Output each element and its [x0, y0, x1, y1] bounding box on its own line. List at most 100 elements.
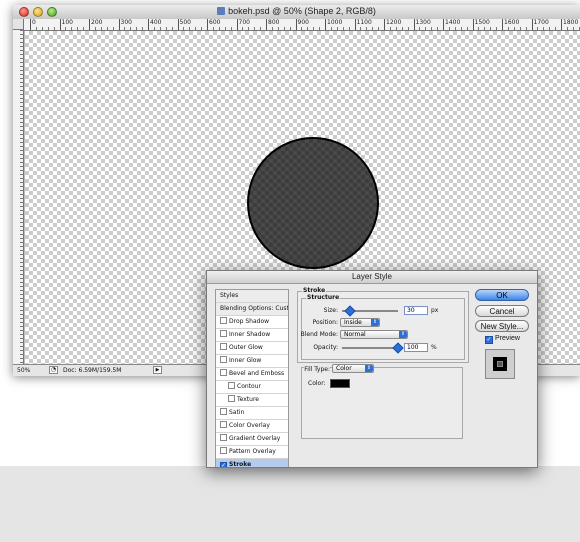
effect-checkbox[interactable]: [220, 317, 227, 324]
effect-checkbox[interactable]: [220, 408, 227, 415]
effect-label: Drop Shadow: [229, 318, 270, 325]
ruler-minor-tick: [212, 27, 214, 30]
ruler-minor-tick: [242, 27, 244, 30]
effect-item-pattern-overlay[interactable]: Pattern Overlay: [216, 446, 288, 459]
opacity-slider-track[interactable]: [342, 347, 398, 349]
style-preview-thumbnail: [485, 349, 515, 379]
effect-label: Satin: [229, 409, 245, 416]
document-titlebar[interactable]: bokeh.psd @ 50% (Shape 2, RGB/8): [13, 5, 580, 20]
ruler-minor-tick: [53, 27, 55, 30]
ruler-minor-tick: [106, 27, 108, 30]
ruler-minor-tick: [572, 27, 574, 30]
ok-button[interactable]: OK: [475, 289, 529, 301]
effect-item-outer-glow[interactable]: Outer Glow: [216, 342, 288, 355]
effect-checkbox[interactable]: [220, 369, 227, 376]
effect-label: Color Overlay: [229, 422, 270, 429]
ruler-minor-tick: [372, 27, 374, 30]
size-label: Size:: [323, 307, 338, 314]
dialog-title[interactable]: Layer Style: [207, 271, 537, 284]
effect-checkbox[interactable]: [220, 434, 227, 441]
effect-item-inner-glow[interactable]: Inner Glow: [216, 355, 288, 368]
ruler-major-tick: [266, 19, 267, 30]
effect-checkbox[interactable]: [220, 343, 227, 350]
effect-item-texture[interactable]: Texture: [216, 394, 288, 407]
ruler-minor-tick: [466, 27, 468, 30]
ruler-minor-tick: [230, 27, 232, 30]
ruler-minor-tick: [348, 27, 350, 30]
effect-item-bevel-and-emboss[interactable]: Bevel and Emboss: [216, 368, 288, 381]
ruler-minor-tick: [566, 27, 568, 30]
styles-header[interactable]: Styles: [216, 290, 288, 303]
size-unit: px: [431, 307, 439, 314]
ruler-minor-tick: [277, 27, 279, 30]
status-menu-arrow-icon[interactable]: ▶: [153, 366, 162, 374]
effect-label: Inner Glow: [229, 357, 262, 364]
effect-checkbox[interactable]: [220, 356, 227, 363]
ruler-minor-tick: [478, 27, 480, 30]
ruler-tick-label: 1500: [474, 19, 490, 26]
opacity-input[interactable]: 100: [404, 343, 428, 352]
effect-item-gradient-overlay[interactable]: Gradient Overlay: [216, 433, 288, 446]
effect-checkbox[interactable]: ✓: [220, 462, 227, 467]
effect-checkbox[interactable]: [220, 421, 227, 428]
fill-type-select[interactable]: Color ⇕: [332, 364, 374, 373]
status-info-icon[interactable]: ◔: [49, 366, 58, 374]
ruler-minor-tick: [448, 27, 450, 30]
effect-checkbox[interactable]: [228, 382, 235, 389]
ruler-minor-tick: [301, 27, 303, 30]
ruler-minor-tick: [248, 27, 250, 30]
preview-check-icon: ✓: [485, 336, 493, 344]
effect-item-inner-shadow[interactable]: Inner Shadow: [216, 329, 288, 342]
effect-checkbox[interactable]: [228, 395, 235, 402]
ruler-minor-tick: [378, 27, 380, 30]
ruler-minor-tick: [537, 27, 539, 30]
ruler-tick-label: 1400: [445, 19, 461, 26]
ruler-tick-label: 1200: [386, 19, 402, 26]
new-style-button[interactable]: New Style...: [475, 320, 529, 332]
ruler-major-tick: [413, 19, 415, 30]
ruler-minor-tick: [254, 27, 256, 30]
preview-checkbox[interactable]: ✓ Preview: [485, 335, 520, 344]
ruler-minor-tick: [142, 27, 144, 30]
effect-checkbox[interactable]: [220, 330, 227, 337]
ruler-tick-label: 400: [150, 19, 162, 26]
position-select[interactable]: Inside ⇕: [340, 318, 380, 327]
effect-label: Bevel and Emboss: [229, 370, 285, 377]
ruler-minor-tick: [454, 27, 456, 30]
effect-item-drop-shadow[interactable]: Drop Shadow: [216, 316, 288, 329]
opacity-slider-thumb[interactable]: [392, 342, 404, 354]
ruler-minor-tick: [555, 27, 557, 30]
ruler-major-tick: [443, 19, 444, 30]
size-input[interactable]: 30: [404, 306, 428, 315]
zoom-level[interactable]: 50%: [17, 367, 41, 374]
ruler-minor-tick: [407, 27, 409, 30]
ruler-minor-tick: [41, 27, 43, 30]
effect-item-stroke[interactable]: ✓ Stroke: [216, 459, 288, 467]
ruler-major-tick: [354, 19, 356, 30]
ruler-minor-tick: [360, 27, 362, 30]
fill-type-select-value: Color: [336, 365, 352, 372]
effect-checkbox[interactable]: [220, 447, 227, 454]
ruler-tick-label: 1600: [504, 19, 520, 26]
size-slider-thumb[interactable]: [344, 305, 356, 317]
ruler-major-tick: [30, 19, 31, 30]
blending-options-item[interactable]: Blending Options: Custom: [216, 303, 288, 316]
ruler-origin[interactable]: [13, 19, 24, 30]
effect-item-contour[interactable]: Contour: [216, 381, 288, 394]
effect-item-color-overlay[interactable]: Color Overlay: [216, 420, 288, 433]
ruler-major-tick: [59, 19, 61, 30]
circle-shape-layer[interactable]: [247, 137, 379, 269]
horizontal-ruler[interactable]: 0 100 200 300 400 500 600 700 800 900 1000 1100 1200…: [24, 19, 580, 31]
preview-label: Preview: [495, 335, 520, 342]
vertical-ruler[interactable]: [13, 30, 24, 364]
blend-mode-select[interactable]: Normal ⇕: [340, 330, 408, 339]
ruler-major-tick: [384, 19, 385, 30]
stroke-color-swatch[interactable]: [330, 379, 350, 388]
cancel-button[interactable]: Cancel: [475, 305, 529, 317]
fill-type-select-arrows-icon: ⇕: [365, 365, 373, 372]
effect-item-satin[interactable]: Satin: [216, 407, 288, 420]
ruler-minor-tick: [366, 27, 368, 30]
ruler-minor-tick: [35, 27, 37, 30]
ruler-minor-tick: [460, 27, 462, 30]
ruler-minor-tick: [549, 27, 551, 30]
